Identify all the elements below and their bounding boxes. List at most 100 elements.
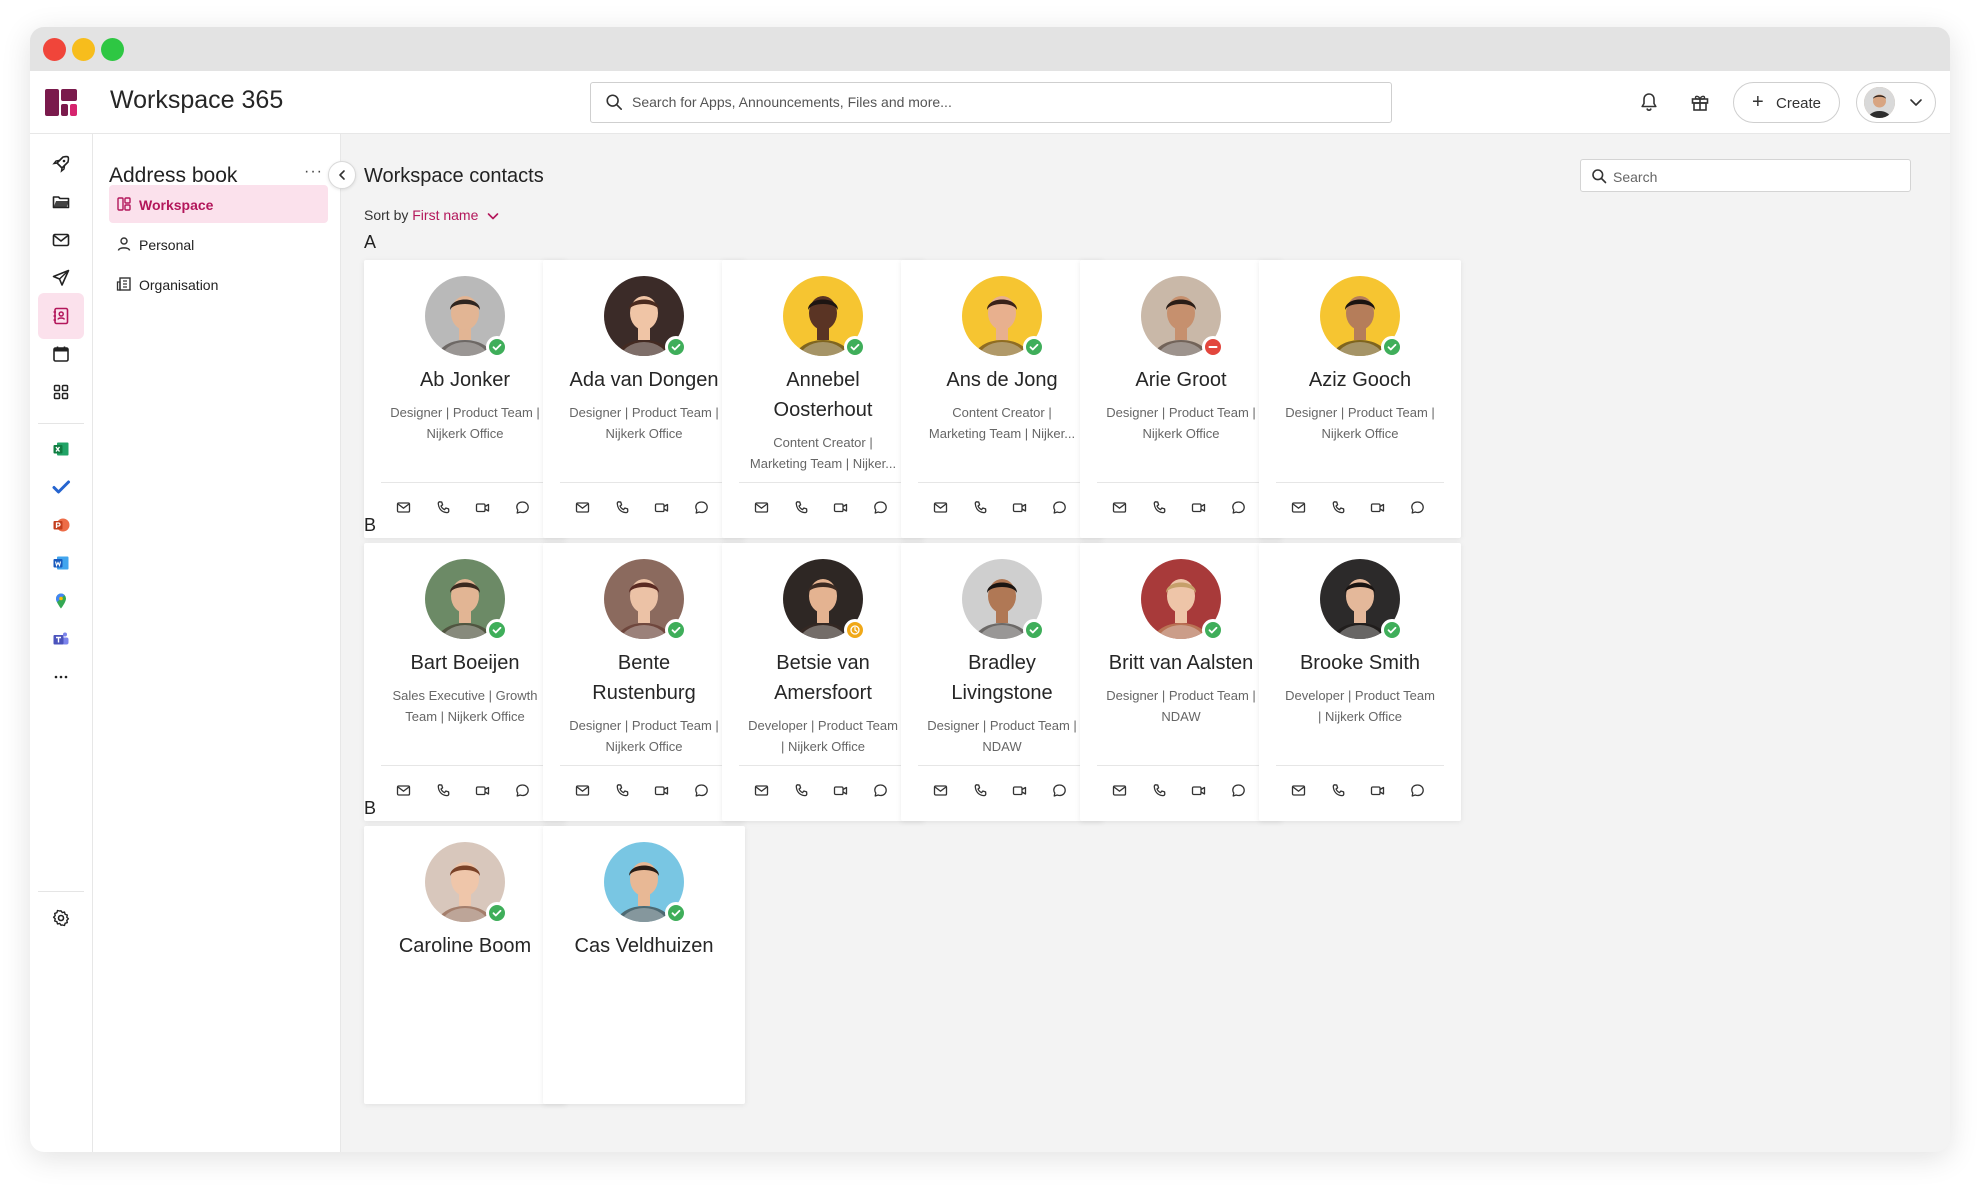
video-icon[interactable] <box>654 500 669 515</box>
contact-role: Designer | Product Team | Nijkerk Office <box>378 402 552 444</box>
contact-card[interactable]: Arie Groot Designer | Product Team | Nijke… <box>1080 260 1282 538</box>
contact-name-line: Ab Jonker <box>419 369 511 391</box>
mail-icon[interactable] <box>1112 783 1127 798</box>
video-icon[interactable] <box>654 783 669 798</box>
chat-icon[interactable] <box>1052 500 1067 515</box>
mail-icon[interactable] <box>396 783 411 798</box>
address-book-more-button[interactable]: ··· <box>304 163 323 181</box>
contact-card[interactable]: Annebel Oosterhout Content Creator | Market… <box>722 260 924 538</box>
contact-name: Annebel Oosterhout <box>732 365 914 425</box>
chat-icon[interactable] <box>1410 783 1425 798</box>
video-icon[interactable] <box>475 783 490 798</box>
mail-icon[interactable] <box>754 783 769 798</box>
chat-icon[interactable] <box>1410 500 1425 515</box>
contact-card[interactable]: Bente Rustenburg Designer | Product Team |… <box>543 543 745 821</box>
video-icon[interactable] <box>1012 500 1027 515</box>
mail-icon[interactable] <box>575 500 590 515</box>
phone-icon[interactable] <box>1152 783 1167 798</box>
chat-icon[interactable] <box>515 500 530 515</box>
contact-card[interactable]: Ans de Jong Content Creator | Marketing Te… <box>901 260 1103 538</box>
maximize-window-button[interactable] <box>101 38 124 61</box>
page-title: Workspace contacts <box>364 165 544 187</box>
contacts-search-input[interactable]: Search <box>1580 159 1911 192</box>
rail-item-more[interactable] <box>38 654 84 700</box>
phone-icon[interactable] <box>615 500 630 515</box>
contact-name: Britt van Aalsten <box>1090 648 1272 678</box>
video-icon[interactable] <box>1191 500 1206 515</box>
sort-control[interactable]: Sort by First name <box>364 207 500 223</box>
chat-icon[interactable] <box>515 783 530 798</box>
mail-icon[interactable] <box>933 783 948 798</box>
video-icon[interactable] <box>833 783 848 798</box>
video-icon[interactable] <box>475 500 490 515</box>
nav-item-label: Workspace <box>139 197 214 213</box>
contact-actions <box>364 500 566 518</box>
rocket-icon <box>52 155 70 173</box>
phone-icon[interactable] <box>1152 500 1167 515</box>
bell-icon[interactable] <box>1638 91 1660 113</box>
minimize-window-button[interactable] <box>72 38 95 61</box>
video-icon[interactable] <box>1012 783 1027 798</box>
video-icon[interactable] <box>833 500 848 515</box>
rail-item-apps[interactable] <box>38 369 84 415</box>
card-divider <box>739 765 907 766</box>
contact-card[interactable]: Betsie van Amersfoort Developer | Product … <box>722 543 924 821</box>
contact-name-line: Caroline Boom <box>398 935 532 957</box>
close-window-button[interactable] <box>43 38 66 61</box>
mail-icon[interactable] <box>933 500 948 515</box>
mail-icon[interactable] <box>396 500 411 515</box>
status-badge <box>844 619 866 641</box>
create-button[interactable]: + Create <box>1733 82 1840 123</box>
phone-icon[interactable] <box>615 783 630 798</box>
mail-icon[interactable] <box>1112 500 1127 515</box>
contact-card[interactable]: Ab Jonker Designer | Product Team | Nijker… <box>364 260 566 538</box>
avatar <box>1864 87 1895 118</box>
rail-item-settings[interactable] <box>38 895 84 941</box>
phone-icon[interactable] <box>973 783 988 798</box>
app-header: Workspace 365 Search for Apps, Announcem… <box>30 71 1950 134</box>
contact-role-line: NDAW <box>1161 709 1201 724</box>
nav-item-organisation[interactable]: Organisation <box>109 265 328 303</box>
contact-card[interactable]: Aziz Gooch Designer | Product Team | Nijke… <box>1259 260 1461 538</box>
phone-icon[interactable] <box>794 783 809 798</box>
video-icon[interactable] <box>1370 783 1385 798</box>
global-search-input[interactable]: Search for Apps, Announcements, Files an… <box>590 82 1392 123</box>
contact-actions <box>1080 783 1282 801</box>
chat-icon[interactable] <box>694 500 709 515</box>
contact-role-line: | Nijkerk Office <box>780 739 866 754</box>
contact-card[interactable]: Ada van Dongen Designer | Product Team | N… <box>543 260 745 538</box>
contact-card[interactable]: Caroline Boom <box>364 826 566 1104</box>
nav-item-personal[interactable]: Personal <box>109 225 328 263</box>
contacts-search-placeholder: Search <box>1613 169 1658 185</box>
user-menu-button[interactable] <box>1856 82 1936 123</box>
mail-icon[interactable] <box>1291 783 1306 798</box>
chat-icon[interactable] <box>694 783 709 798</box>
card-divider <box>918 482 1086 483</box>
mail-icon[interactable] <box>1291 500 1306 515</box>
gift-icon[interactable] <box>1689 91 1711 113</box>
chat-icon[interactable] <box>1231 783 1246 798</box>
mail-icon[interactable] <box>575 783 590 798</box>
video-icon[interactable] <box>1370 500 1385 515</box>
chat-icon[interactable] <box>1231 500 1246 515</box>
contact-card[interactable]: Cas Veldhuizen <box>543 826 745 1104</box>
contact-role: Sales Executive | Growth Team | Nijkerk O… <box>378 685 552 727</box>
video-icon[interactable] <box>1191 783 1206 798</box>
chat-icon[interactable] <box>873 783 888 798</box>
phone-icon[interactable] <box>436 783 451 798</box>
contact-card[interactable]: Brooke Smith Developer | Product Team | Ni… <box>1259 543 1461 821</box>
phone-icon[interactable] <box>794 500 809 515</box>
contact-card[interactable]: Bradley Livingstone Designer | Product Tea… <box>901 543 1103 821</box>
app-logo-icon[interactable] <box>45 89 77 116</box>
nav-item-workspace[interactable]: Workspace <box>109 185 328 223</box>
chat-icon[interactable] <box>873 500 888 515</box>
phone-icon[interactable] <box>973 500 988 515</box>
chat-icon[interactable] <box>1052 783 1067 798</box>
phone-icon[interactable] <box>1331 500 1346 515</box>
mail-icon[interactable] <box>754 500 769 515</box>
phone-icon[interactable] <box>436 500 451 515</box>
contact-card[interactable]: Bart Boeijen Sales Executive | Growth Team… <box>364 543 566 821</box>
contact-card[interactable]: Britt van Aalsten Designer | Product Team… <box>1080 543 1282 821</box>
search-icon <box>1592 169 1607 184</box>
phone-icon[interactable] <box>1331 783 1346 798</box>
